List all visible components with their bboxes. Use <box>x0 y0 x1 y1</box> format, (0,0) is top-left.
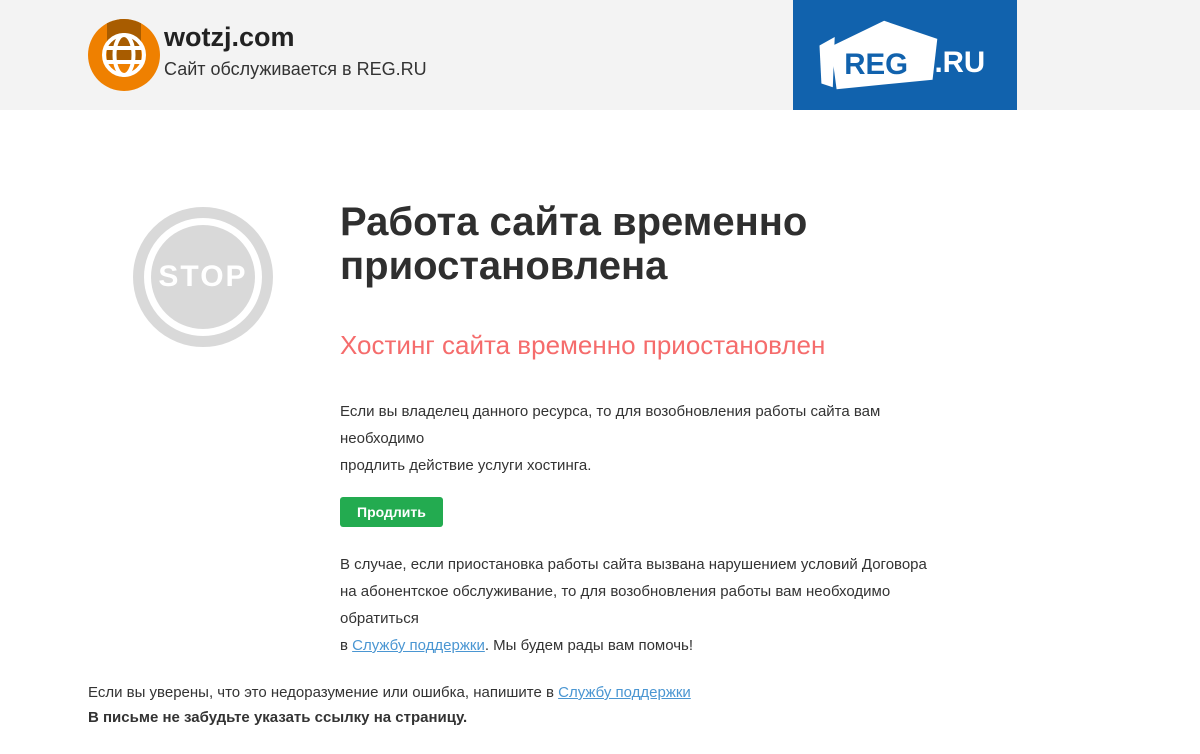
owner-instructions: Если вы владелец данного ресурса, то для… <box>340 398 958 479</box>
site-hosted-by: Сайт обслуживается в REG.RU <box>164 58 427 80</box>
regru-logo[interactable]: REG .RU <box>793 0 1017 110</box>
page-title: Работа сайта временно приостановлена <box>340 200 958 288</box>
globe-icon <box>88 19 160 91</box>
footer: Если вы уверены, что это недоразумение и… <box>88 680 788 730</box>
suspended-site-page: wotzj.com Сайт обслуживается в REG.RU RE… <box>0 0 1200 754</box>
footer-note: Если вы уверены, что это недоразумение и… <box>88 680 788 705</box>
status-message: Хостинг сайта временно приостановлен <box>340 330 958 360</box>
stop-badge: STOP <box>133 207 273 347</box>
support-link[interactable]: Службу поддержки <box>352 637 485 654</box>
footer-note-text: Если вы уверены, что это недоразумение и… <box>88 684 558 701</box>
violation-instructions: В случае, если приостановка работы сайта… <box>340 551 958 659</box>
footer-reminder: В письме не забудьте указать ссылку на с… <box>88 705 788 730</box>
stop-badge-label: STOP <box>158 260 247 294</box>
stop-badge-inner: STOP <box>151 225 255 329</box>
site-favicon <box>88 19 160 91</box>
svg-text:.RU: .RU <box>934 46 985 79</box>
svg-text:REG: REG <box>844 48 908 81</box>
regru-logo-icon: REG .RU <box>810 13 1000 97</box>
violation-text-after: . Мы будем рады вам помочь! <box>485 637 693 654</box>
site-domain: wotzj.com <box>164 21 427 53</box>
site-meta: wotzj.com Сайт обслуживается в REG.RU <box>164 21 427 80</box>
header: wotzj.com Сайт обслуживается в REG.RU RE… <box>0 0 1200 110</box>
renew-button[interactable]: Продлить <box>340 497 443 527</box>
footer-support-link[interactable]: Службу поддержки <box>558 684 691 701</box>
main-content: Работа сайта временно приостановлена Хос… <box>340 200 958 659</box>
